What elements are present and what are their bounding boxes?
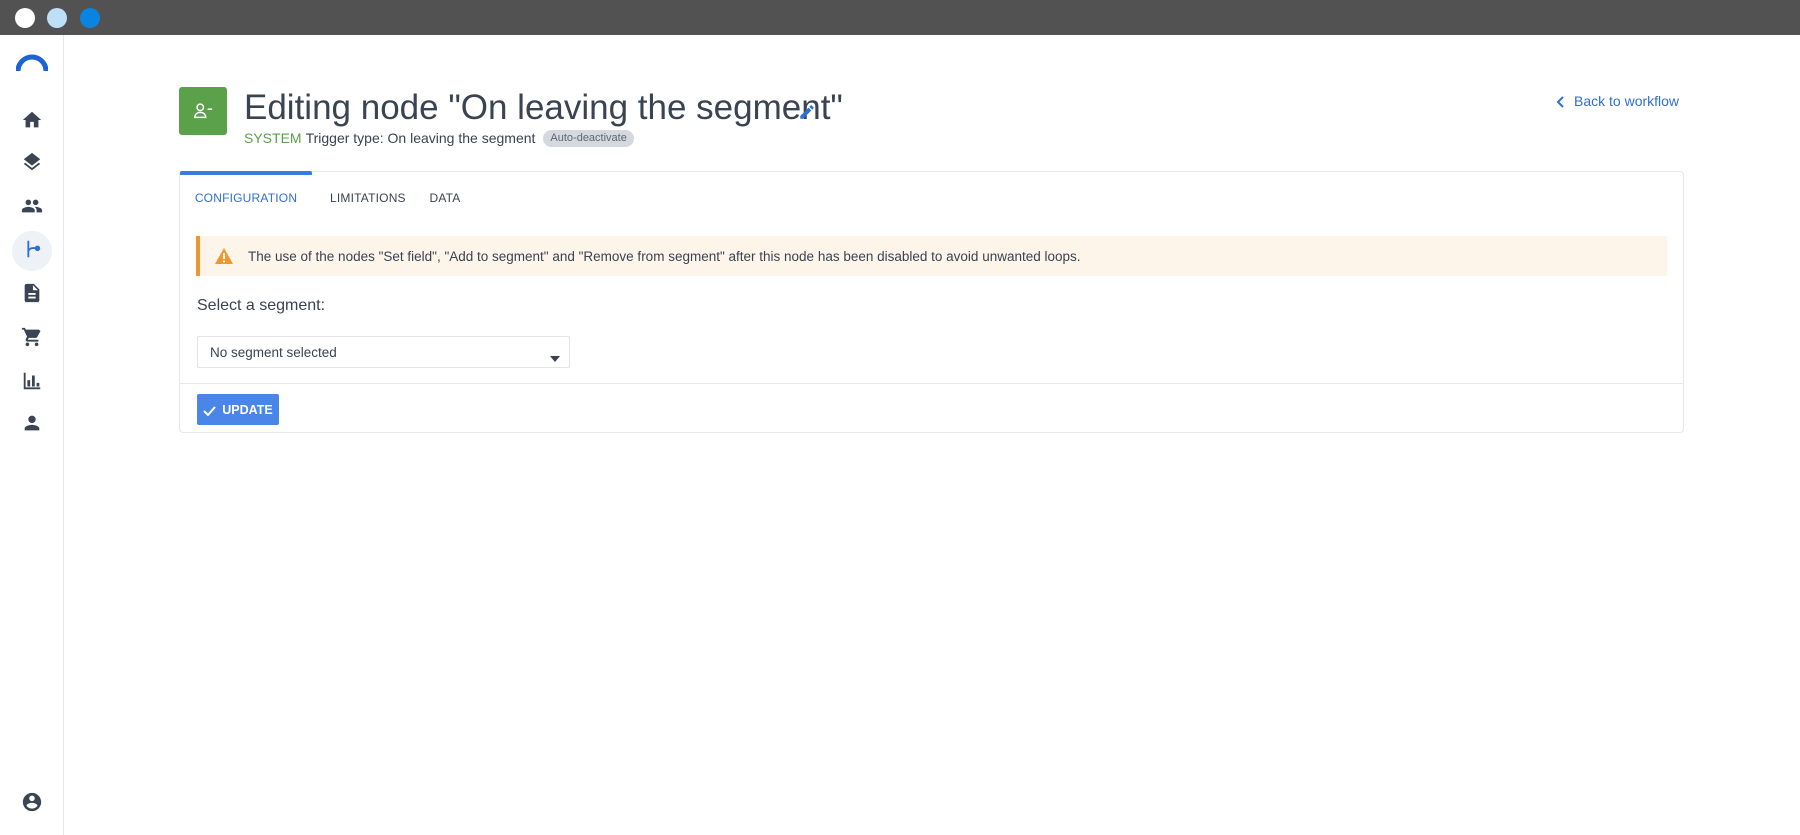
sidebar-item-home[interactable] (12, 102, 52, 142)
status-badge: Auto-deactivate (543, 129, 634, 147)
person-icon (21, 412, 43, 439)
sidebar-item-users[interactable] (12, 405, 52, 445)
update-button[interactable]: UPDATE (197, 394, 279, 425)
sidebar (0, 35, 64, 835)
card-divider (180, 383, 1683, 384)
sidebar-item-account[interactable] (12, 784, 52, 824)
node-config-card: CONFIGURATION LIMITATIONS DATA The use o… (179, 171, 1684, 433)
edit-title-icon[interactable] (798, 103, 816, 121)
node-type-icon (179, 87, 227, 135)
trigger-type-text: Trigger type: On leaving the segment (305, 130, 536, 146)
warning-text: The use of the nodes "Set field", "Add t… (248, 248, 1081, 264)
account-icon (21, 791, 43, 818)
segment-select-value: No segment selected (210, 344, 337, 360)
sidebar-item-commerce[interactable] (12, 319, 52, 359)
node-subtitle: SYSTEM Trigger type: On leaving the segm… (244, 129, 634, 147)
window-close-button[interactable] (15, 8, 35, 28)
app-logo-icon[interactable] (15, 53, 49, 73)
window-minimize-button[interactable] (47, 8, 67, 28)
warning-alert: The use of the nodes "Set field", "Add t… (196, 236, 1667, 276)
back-to-workflow-link[interactable]: Back to workflow (1556, 93, 1679, 109)
sidebar-item-layers[interactable] (12, 144, 52, 184)
user-remove-icon (194, 103, 213, 119)
segment-field-label: Select a segment: (197, 297, 326, 314)
document-icon (21, 282, 43, 309)
system-label: SYSTEM (244, 130, 302, 146)
tab-data[interactable]: DATA (425, 172, 465, 222)
back-link-label: Back to workflow (1574, 93, 1680, 109)
workflow-icon (21, 238, 43, 265)
bar-chart-icon (21, 370, 43, 397)
caret-down-icon (550, 349, 560, 362)
people-icon (21, 195, 43, 222)
window-maximize-button[interactable] (80, 8, 100, 28)
home-icon (21, 109, 43, 136)
warning-icon (214, 247, 234, 265)
chevron-left-icon (1556, 95, 1566, 108)
tab-limitations[interactable]: LIMITATIONS (330, 172, 406, 222)
page-title: Editing node "On leaving the segment" (244, 88, 843, 127)
sidebar-item-contacts[interactable] (12, 188, 52, 228)
tab-bar: CONFIGURATION LIMITATIONS DATA (180, 171, 1683, 222)
sidebar-item-documents[interactable] (12, 275, 52, 315)
sidebar-item-workflows[interactable] (12, 231, 52, 271)
sidebar-item-reports[interactable] (12, 363, 52, 403)
layers-icon (21, 151, 43, 178)
update-button-label: UPDATE (222, 402, 273, 417)
window-titlebar (0, 0, 1800, 35)
cart-icon (21, 326, 43, 353)
check-icon (203, 405, 217, 416)
tab-configuration[interactable]: CONFIGURATION (180, 172, 312, 222)
segment-select[interactable]: No segment selected (197, 336, 570, 368)
